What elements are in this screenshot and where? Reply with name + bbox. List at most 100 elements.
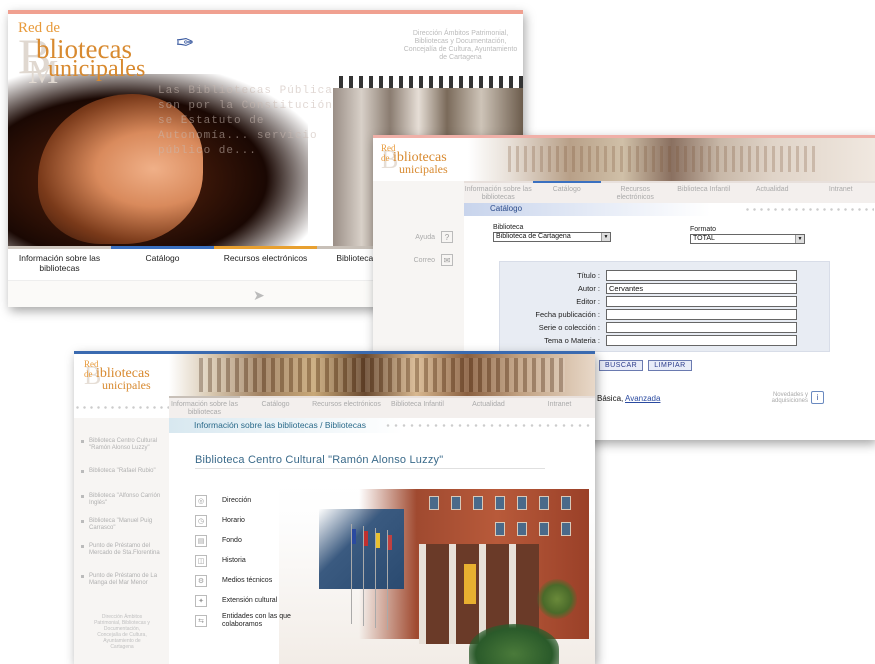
sidebar-item-rubio[interactable]: Biblioteca "Rafael Rubio"	[81, 468, 161, 475]
header-photo	[468, 138, 875, 181]
organization-text: Dirección Ámbitos Patrimonial, Bibliotec…	[94, 614, 150, 650]
breadcrumb[interactable]: Información sobre las bibliotecas / Bibl…	[194, 420, 366, 430]
advanced-search-link[interactable]: Avanzada	[625, 394, 660, 403]
search-type-basic[interactable]: Básica,	[597, 394, 625, 403]
handshake-icon: ⇆	[195, 615, 207, 627]
autor-input[interactable]: Cervantes	[606, 283, 797, 294]
menu-extension[interactable]: ✦ Extensión cultural	[195, 592, 335, 610]
nav-intranet[interactable]: Intranet	[524, 396, 595, 418]
sidebar-item-luzzy[interactable]: Biblioteca Centro Cultural "Ramón Alonso…	[81, 438, 161, 452]
field-row-serie: Serie o colección :	[500, 322, 831, 334]
nav-actualidad[interactable]: Actualidad	[453, 396, 524, 418]
main-nav: Información sobre las bibliotecas Catálo…	[169, 396, 595, 418]
search-type: Básica, Avanzada	[597, 394, 660, 403]
section-bar: Catálogo	[464, 203, 875, 216]
title-divider	[195, 468, 545, 469]
info-icon: i	[811, 391, 824, 404]
fecha-input[interactable]	[606, 309, 797, 320]
editor-label: Editor :	[576, 297, 600, 306]
logo-line-3: unicipales	[399, 162, 448, 176]
tema-input[interactable]	[606, 335, 797, 346]
chevron-down-icon: ▼	[601, 233, 610, 241]
book-bird-icon: ✑	[176, 30, 195, 55]
section-title: Catálogo	[490, 204, 523, 213]
library-page-screenshot: B Red de ibliotecas unicipales Informaci…	[74, 351, 595, 664]
nav-recursos[interactable]: Recursos electrónicos	[601, 181, 670, 203]
titulo-label: Título :	[577, 271, 600, 280]
clock-icon: ◷	[195, 515, 207, 527]
help-link[interactable]: Ayuda ?	[383, 231, 453, 243]
mail-link[interactable]: Correo ✉	[383, 254, 453, 266]
menu-label: Horario	[222, 517, 245, 524]
logo-line-3: unicipales	[102, 378, 151, 392]
catalog-header: B Red de ibliotecas unicipales	[373, 138, 875, 181]
field-row-titulo: Título :	[500, 270, 831, 282]
nav-info-bibliotecas[interactable]: Información sobre las bibliotecas	[464, 181, 533, 203]
nav-catalogo[interactable]: Catálogo	[111, 246, 214, 280]
menu-label: Medios técnicos	[222, 577, 273, 584]
biblioteca-label: Biblioteca	[493, 224, 524, 231]
biblioteca-value: Biblioteca de Cartagena	[496, 233, 571, 240]
sidebar-item-manga[interactable]: Punto de Préstamo de La Manga del Mar Me…	[81, 573, 161, 587]
autor-label: Autor :	[577, 284, 600, 293]
nav-recursos[interactable]: Recursos electrónicos	[214, 246, 317, 280]
menu-direccion[interactable]: ◎ Dirección	[195, 492, 335, 510]
nav-info-bibliotecas[interactable]: Información sobre las bibliotecas	[169, 396, 240, 418]
mail-label: Correo	[413, 256, 435, 264]
culture-icon: ✦	[195, 595, 207, 607]
formato-value: TOTAL	[693, 235, 715, 242]
field-row-fecha: Fecha publicación :	[500, 309, 831, 321]
biblioteca-select[interactable]: Biblioteca de Cartagena ▼	[493, 232, 611, 242]
books-icon: ▤	[195, 535, 207, 547]
help-icon: ?	[441, 231, 453, 243]
library-header: B Red de ibliotecas unicipales	[74, 354, 595, 396]
menu-fondo[interactable]: ▤ Fondo	[195, 532, 335, 550]
library-sidebar: Biblioteca Centro Cultural "Ramón Alonso…	[74, 418, 169, 664]
menu-medios[interactable]: ⚙ Medios técnicos	[195, 572, 335, 590]
sidebar-item-carrion[interactable]: Biblioteca "Alfonso Carrión Inglés"	[81, 493, 161, 507]
menu-label: Dirección	[222, 497, 252, 504]
tools-icon: ⚙	[195, 575, 207, 587]
map-pin-icon: ◎	[195, 495, 207, 507]
book-icon: ◫	[195, 555, 207, 567]
formato-select[interactable]: TOTAL ▼	[690, 234, 805, 244]
menu-label: Fondo	[222, 537, 242, 544]
clear-button[interactable]: LIMPIAR	[648, 360, 692, 371]
titulo-input[interactable]	[606, 270, 797, 281]
serie-input[interactable]	[606, 322, 797, 333]
menu-horario[interactable]: ◷ Horario	[195, 512, 335, 530]
field-row-tema: Tema o Materia :	[500, 335, 831, 347]
field-row-autor: Autor : Cervantes	[500, 283, 831, 295]
menu-label: Extensión cultural	[222, 597, 278, 604]
sidebar-item-florentina[interactable]: Punto de Préstamo del Mercado de Sta.Flo…	[81, 543, 161, 557]
nav-catalogo[interactable]: Catálogo	[532, 181, 601, 203]
nav-info-bibliotecas[interactable]: Información sobre las bibliotecas	[8, 246, 111, 280]
nav-infantil[interactable]: Biblioteca Infantil	[669, 181, 738, 203]
tema-label: Tema o Materia :	[544, 336, 600, 345]
help-label: Ayuda	[415, 233, 435, 241]
main-nav: Información sobre las bibliotecas Catálo…	[464, 181, 875, 203]
menu-historia[interactable]: ◫ Historia	[195, 552, 335, 570]
novedades-link[interactable]: Novedades y adquisiciones i	[768, 391, 824, 404]
menu-entidades[interactable]: ⇆ Entidades con las que colaboramos	[195, 612, 335, 630]
editor-input[interactable]	[606, 296, 797, 307]
nav-intranet[interactable]: Intranet	[806, 181, 875, 203]
page-title: Biblioteca Centro Cultural "Ramón Alonso…	[195, 454, 444, 466]
sidebar-item-puig[interactable]: Biblioteca "Manuel Puig Carrasco"	[81, 518, 161, 532]
nav-catalogo[interactable]: Catálogo	[240, 396, 311, 418]
search-form: Título : Autor : Cervantes Editor : Fech…	[499, 261, 830, 352]
novedades-label: Novedades y adquisiciones	[771, 391, 808, 404]
nav-actualidad[interactable]: Actualidad	[738, 181, 807, 203]
menu-label: Historia	[222, 557, 246, 564]
site-logo[interactable]: B M Red de bliotecas unicipales ✑	[18, 20, 218, 90]
chevron-down-icon: ▼	[795, 235, 804, 243]
header-photo	[169, 354, 595, 396]
search-button[interactable]: BUSCAR	[599, 360, 644, 371]
nav-infantil[interactable]: Biblioteca Infantil	[382, 396, 453, 418]
decorative-dots	[74, 406, 169, 409]
enter-arrow-icon[interactable]: ➤	[253, 287, 265, 304]
nav-recursos[interactable]: Recursos electrónicos	[311, 396, 382, 418]
organization-text: Dirección Ámbitos Patrimonial, Bibliotec…	[403, 30, 518, 61]
collage: Las Bibliotecas Públicas son por la Cons…	[0, 0, 875, 664]
serie-label: Serie o colección :	[538, 323, 600, 332]
